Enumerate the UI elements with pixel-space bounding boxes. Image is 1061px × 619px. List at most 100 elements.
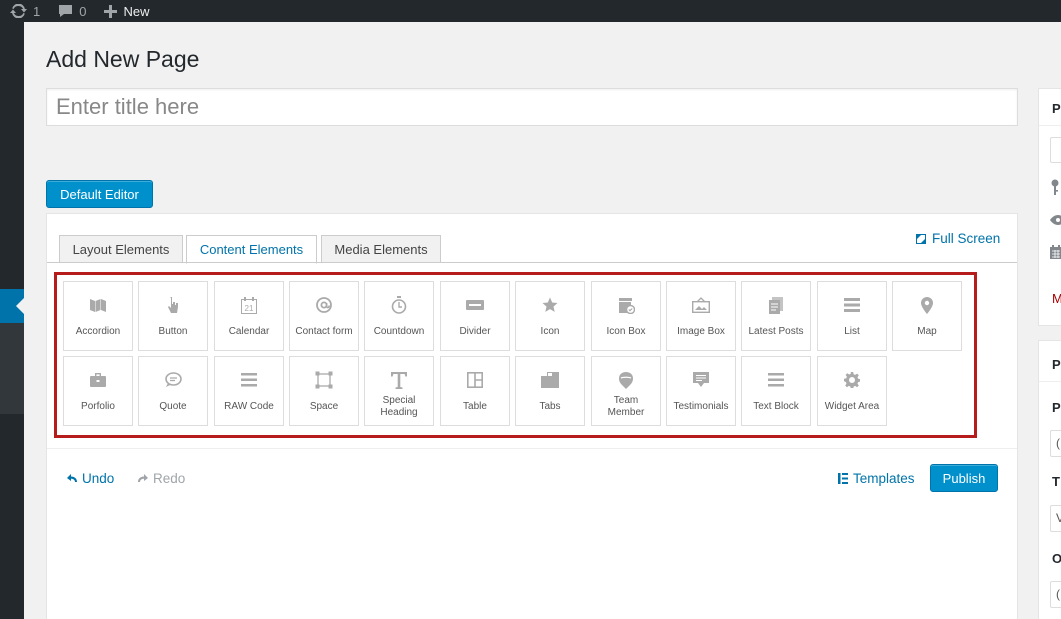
calendar-small-icon [1050,245,1061,259]
admin-bar: 1 0 New [0,0,1061,22]
element-special-heading[interactable]: Special Heading [364,356,434,426]
element-table[interactable]: Table [440,356,510,426]
space-frame-icon [314,370,334,390]
text-block-icon [766,370,786,390]
element-porfolio[interactable]: Porfolio [63,356,133,426]
element-label: Testimonials [673,401,729,412]
element-space[interactable]: Space [289,356,359,426]
element-quote[interactable]: Quote [138,356,208,426]
comments-count: 0 [79,3,87,19]
element-label: Text Block [753,401,799,412]
tab-content-elements[interactable]: Content Elements [186,235,317,264]
element-label: Icon [540,326,560,337]
calendar-icon: 21 [239,295,259,315]
icon-box-icon [616,295,636,315]
updates-count: 1 [33,3,41,19]
box-separator [1039,125,1061,126]
template-label: T [1052,474,1060,489]
element-label: Special Heading [380,395,418,418]
element-button[interactable]: Button [138,281,208,351]
star-icon [540,295,560,315]
comments-item[interactable]: 0 [48,0,94,22]
page-title: Add New Page [46,46,200,72]
element-icon[interactable]: Icon [515,281,585,351]
svg-text:21: 21 [245,304,254,313]
image-box-icon [691,295,711,315]
order-input[interactable]: ( [1050,581,1061,608]
element-label: RAW Code [224,401,274,412]
table-icon [465,370,485,390]
element-raw-code[interactable]: RAW Code [214,356,284,426]
text-t-icon [389,370,409,390]
template-select[interactable]: V [1050,505,1061,532]
briefcase-icon [88,370,108,390]
element-label: Contact form [295,326,353,337]
eye-icon [1050,215,1061,225]
templates-button[interactable]: Templates [838,471,915,486]
code-lines-icon [239,370,259,390]
element-label: Icon Box [606,326,646,337]
redo-button[interactable]: Redo [138,471,185,486]
full-screen-link[interactable]: Full Screen [916,231,1000,246]
templates-label: Templates [853,471,915,486]
element-label: Latest Posts [748,326,804,337]
templates-icon [838,473,848,484]
redo-icon [138,473,148,482]
element-image-box[interactable]: Image Box [666,281,736,351]
element-latest-posts[interactable]: Latest Posts [741,281,811,351]
key-icon [1051,179,1059,195]
divider-icon [465,295,485,315]
element-testimonials[interactable]: Testimonials [666,356,736,426]
element-widget-area[interactable]: Widget Area [817,356,887,426]
default-editor-button[interactable]: Default Editor [46,180,153,208]
order-label: O [1052,551,1061,566]
post-title-input[interactable] [46,88,1018,126]
tabs-icon [540,370,560,390]
element-tabs[interactable]: Tabs [515,356,585,426]
element-map[interactable]: Map [892,281,962,351]
gear-icon [842,370,862,390]
element-label: Map [917,326,937,337]
element-label: Team Member [607,395,645,418]
tab-layout-elements[interactable]: Layout Elements [59,235,183,263]
move-to-trash-link[interactable]: M [1052,291,1061,306]
element-icon-box[interactable]: Icon Box [591,281,661,351]
tab-media-elements[interactable]: Media Elements [321,235,441,263]
fullscreen-icon [916,233,926,244]
tabs-divider [47,262,1017,263]
publish-box-heading: P [1052,101,1061,116]
element-label: Space [309,401,339,412]
map-pin-icon [917,295,937,315]
element-label: Button [158,326,188,337]
page-builder-panel: Layout Elements Content Elements Media E… [46,213,1018,619]
parent-select[interactable]: ( [1050,430,1061,457]
accordion-icon [88,295,108,315]
refresh-icon [10,4,27,18]
section-divider [47,448,1017,449]
publish-button[interactable]: Publish [930,464,998,492]
element-label: Widget Area [824,401,880,412]
element-text-block[interactable]: Text Block [741,356,811,426]
element-label: Countdown [373,326,425,337]
admin-menu [0,22,24,619]
undo-button[interactable]: Undo [67,471,114,486]
element-label: Image Box [677,326,725,337]
save-draft-button[interactable] [1050,137,1061,163]
current-menu-arrow [16,298,24,314]
speech-bubble-icon [163,370,183,390]
element-team-member[interactable]: Team Member [591,356,661,426]
element-list[interactable]: List [817,281,887,351]
full-screen-label: Full Screen [932,231,1001,246]
element-accordion[interactable]: Accordion [63,281,133,351]
submenu-block [0,307,24,414]
redo-label: Redo [153,471,186,486]
element-calendar[interactable]: 21 Calendar [214,281,284,351]
element-divider[interactable]: Divider [440,281,510,351]
updates-item[interactable]: 1 [0,0,48,22]
element-countdown[interactable]: Countdown [364,281,434,351]
plus-icon [104,4,118,18]
element-label: Porfolio [81,401,115,412]
list-icon [842,295,862,315]
new-content-item[interactable]: New [94,0,157,22]
element-contact-form[interactable]: Contact form [289,281,359,351]
